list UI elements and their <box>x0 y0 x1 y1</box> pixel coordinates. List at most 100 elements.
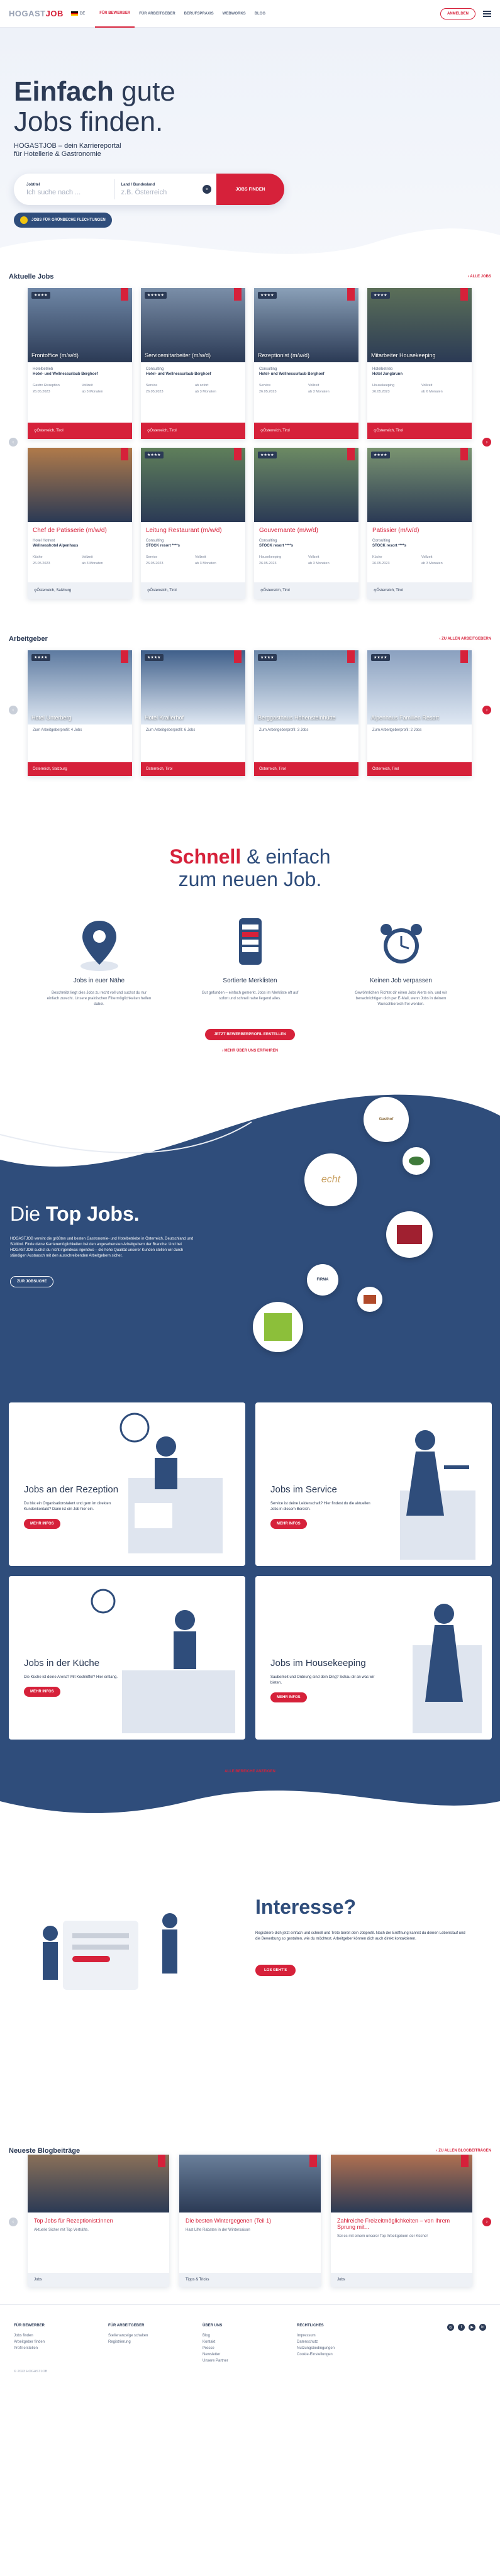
category-reception[interactable]: Jobs an der Rezeption Du bist ein Organis… <box>9 1402 245 1566</box>
logo[interactable]: HOGASTJOB <box>9 9 64 18</box>
bookmark-icon[interactable] <box>234 650 242 663</box>
footer-link[interactable]: Stellenanzeige schalten <box>108 2333 203 2339</box>
locate-icon[interactable]: ⌖ <box>203 185 211 194</box>
job-card[interactable]: Chef de Patisserie (m/w/d) Hotel Hotrest W… <box>28 448 132 599</box>
german-flag-icon[interactable] <box>70 11 78 16</box>
find-jobs-button[interactable]: JOBS FINDEN <box>216 174 284 205</box>
employer-logo-1[interactable]: Gasthof <box>364 1097 409 1142</box>
blog-section-header: Neueste Blogbeiträge ‹ ZU ALLEN BLOGBEIT… <box>0 2147 500 2155</box>
footer-link[interactable]: Blog <box>203 2333 297 2339</box>
reception-more-button[interactable]: MEHR INFOS <box>24 1519 60 1529</box>
footer-link[interactable]: Nutzungsbedingungen <box>297 2345 391 2351</box>
employer-card[interactable]: ★★★★ Hotel Unterberg Zum Arbeitgeberprofil… <box>28 650 132 776</box>
footer-link[interactable]: Profil erstellen <box>14 2345 108 2351</box>
category-kitchen[interactable]: Jobs in der Küche Die Küche ist deine Are… <box>9 1576 245 1740</box>
category-housekeeping[interactable]: Jobs im Housekeeping Sauberkeit und Ordnu… <box>255 1576 492 1740</box>
employer-next-icon[interactable]: › <box>482 706 491 714</box>
blog-next-icon[interactable]: › <box>482 2218 491 2226</box>
job-card[interactable]: ★★★★ Patissier (m/w/d) Consulting STOCK res… <box>367 448 472 599</box>
employer-body: Zum Arbeitgeberprofil: 3 Jobs <box>254 724 358 736</box>
blog-excerpt: Sei es mit einem unserer Top Arbeitgeber… <box>337 2235 428 2238</box>
footer-link[interactable]: Datenschutz <box>297 2339 391 2345</box>
nav-fuer-bewerber[interactable]: FÜR BEWERBER <box>95 0 135 28</box>
youtube-icon[interactable]: ▶ <box>469 2324 475 2331</box>
footer-link[interactable]: Arbeitgeber finden <box>14 2339 108 2345</box>
blog-card[interactable]: Zahlreiche Freizeitmöglichkeiten – von I… <box>331 2155 472 2287</box>
employer-logo-7[interactable] <box>253 1302 303 1352</box>
employer-logo-5[interactable]: FIRMA <box>307 1264 338 1296</box>
bookmark-icon[interactable] <box>347 448 355 460</box>
about-us-link[interactable]: › MEHR ÜBER UNS ERFAHREN <box>0 1049 500 1053</box>
category-service[interactable]: Jobs im Service Service ist deine Leidens… <box>255 1402 492 1566</box>
footer-link[interactable]: Impressum <box>297 2333 391 2339</box>
all-blog-link[interactable]: ‹ ZU ALLEN BLOGBEITRÄGEN <box>436 2149 491 2153</box>
nav-fuer-arbeitgeber[interactable]: FÜR ARBEITGEBER <box>135 0 179 28</box>
job-card[interactable]: ★★★★ Leitung Restaurant (m/w/d) Consulting… <box>141 448 245 599</box>
footer-link[interactable]: Cookie-Einstellungen <box>297 2351 391 2358</box>
footer-link[interactable]: Unsere Partner <box>203 2358 297 2364</box>
bookmark-icon[interactable] <box>461 2155 469 2167</box>
login-button[interactable]: ANMELDEN <box>440 8 475 19</box>
bookmark-icon[interactable] <box>121 448 128 460</box>
employer-prev-icon[interactable]: ‹ <box>9 706 18 714</box>
footer-heading: FÜR ARBEITGEBER <box>108 2324 145 2328</box>
bookmark-icon[interactable] <box>121 650 128 663</box>
kitchen-more-button[interactable]: MEHR INFOS <box>24 1687 60 1697</box>
all-categories-link[interactable]: ALLE BEREICHE ANZEIGEN <box>0 1770 500 1774</box>
footer-link[interactable]: Kontakt <box>203 2339 297 2345</box>
footer-link[interactable]: Jobs finden <box>14 2333 108 2339</box>
location-field[interactable]: Land / Bundesland z.B. Österreich <box>121 183 203 196</box>
get-started-button[interactable]: LOS GEHT'S <box>255 1965 296 1976</box>
footer-link[interactable]: Newsletter <box>203 2351 297 2358</box>
bookmark-icon[interactable] <box>460 288 468 301</box>
footer-link[interactable]: Presse <box>203 2345 297 2351</box>
job-category: Consulting <box>146 539 164 543</box>
language-selector[interactable]: DE <box>80 12 85 16</box>
bookmark-icon[interactable] <box>234 288 242 301</box>
employer-logo-4[interactable] <box>386 1211 433 1258</box>
all-jobs-link[interactable]: ‹ ALLE JOBS <box>468 275 491 279</box>
nav-berufspraxis[interactable]: BERUFSPRAXIS <box>180 0 218 28</box>
footer-link[interactable]: Registrierung <box>108 2339 203 2345</box>
bookmark-icon[interactable] <box>121 288 128 301</box>
housekeeping-more-button[interactable]: MEHR INFOS <box>270 1692 307 1702</box>
job-card[interactable]: ★★★★ Frontoffice (m/w/d) Hotelbetrieb Hotel… <box>28 288 132 439</box>
bookmark-icon[interactable] <box>460 448 468 460</box>
job-location: ⚲ Österreich, Tirol <box>254 423 358 439</box>
service-more-button[interactable]: MEHR INFOS <box>270 1519 307 1529</box>
menu-icon[interactable] <box>483 9 491 18</box>
employer-logo-3[interactable]: echt <box>304 1153 357 1206</box>
facebook-icon[interactable]: f <box>458 2324 465 2331</box>
nav-webworks[interactable]: WEBWORKS <box>218 0 250 28</box>
employer-card[interactable]: ★★★★ Alpenhaus Familien Resort Zum Arbeitg… <box>367 650 472 776</box>
bookmark-icon[interactable] <box>158 2155 165 2167</box>
bookmark-icon[interactable] <box>234 448 242 460</box>
job-location: ⚲ Österreich, Tirol <box>367 582 472 599</box>
job-title-field[interactable]: Jobtitel Ich suche nach ... <box>26 183 108 196</box>
employer-logo-2[interactable] <box>403 1147 430 1175</box>
create-profile-button[interactable]: JETZT BEWERBERPROFIL ERSTELLEN <box>205 1029 295 1040</box>
bookmark-icon[interactable] <box>460 650 468 663</box>
hero-title: Einfach gute Jobs finden. <box>14 76 175 137</box>
job-card[interactable]: ★★★★ Rezeptionist (m/w/d) Consulting Hotel-… <box>254 288 358 439</box>
bookmark-icon[interactable] <box>309 2155 317 2167</box>
carousel-next-icon[interactable]: › <box>482 438 491 447</box>
employer-image: ★★★★ Hotel Krallerhof <box>141 650 245 724</box>
blog-card[interactable]: Die besten Wintergegenen (Teil 1) Hast Li… <box>179 2155 321 2287</box>
linkedin-icon[interactable]: in <box>479 2324 486 2331</box>
employer-card[interactable]: ★★★★ Berggasthaus Hohensteinhütte Zum Arbe… <box>254 650 358 776</box>
blog-card[interactable]: Top Jobs für Rezeptionist:innen Aktuelle … <box>28 2155 169 2287</box>
job-card[interactable]: ★★★★★ Servicemitarbeiter (m/w/d) Consultin… <box>141 288 245 439</box>
job-card[interactable]: ★★★★ Gouvernante (m/w/d) Consulting STOCK r… <box>254 448 358 599</box>
nav-blog[interactable]: BLOG <box>250 0 270 28</box>
employer-card[interactable]: ★★★★ Hotel Krallerhof Zum Arbeitgeberprofi… <box>141 650 245 776</box>
to-job-search-button[interactable]: ZUR JOBSUCHE <box>10 1276 54 1287</box>
employer-logo-6[interactable] <box>357 1287 382 1312</box>
bookmark-icon[interactable] <box>347 288 355 301</box>
all-employers-link[interactable]: ‹ ZU ALLEN ARBEITGEBERN <box>439 637 491 641</box>
instagram-icon[interactable]: ◎ <box>447 2324 454 2331</box>
blog-prev-icon[interactable]: ‹ <box>9 2218 18 2226</box>
job-card[interactable]: ★★★★ Mitarbeiter Housekeeping Hotelbetrieb… <box>367 288 472 439</box>
carousel-prev-icon[interactable]: ‹ <box>9 438 18 447</box>
bookmark-icon[interactable] <box>347 650 355 663</box>
